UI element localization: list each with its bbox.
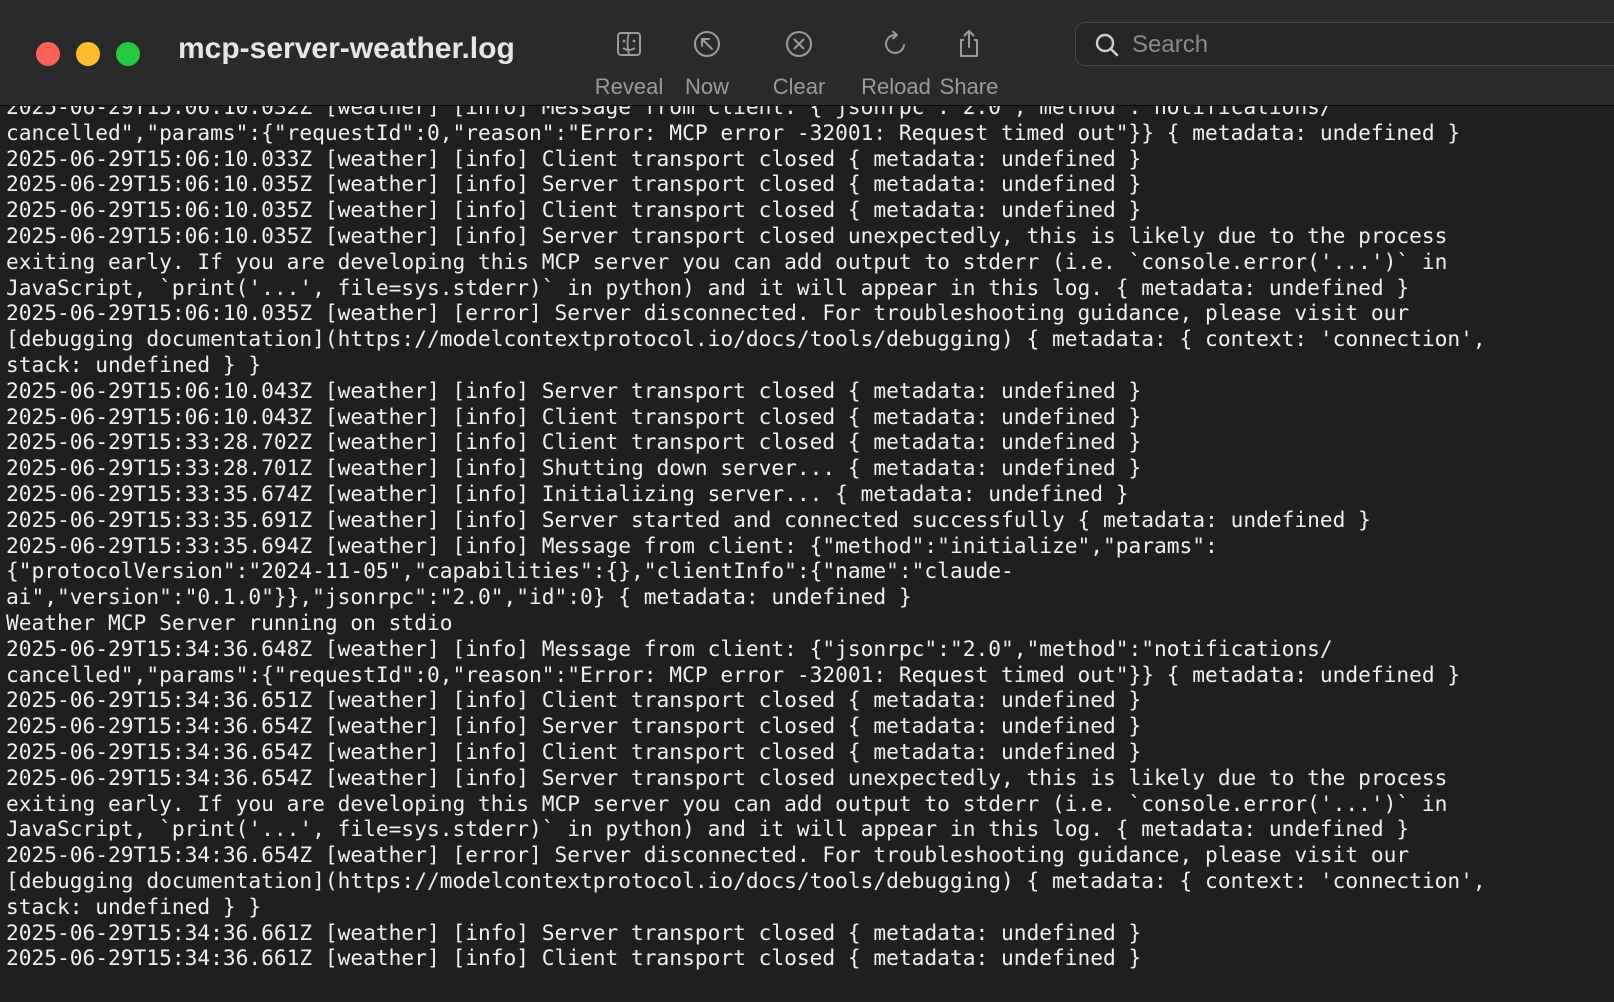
- finder-icon: [617, 32, 641, 56]
- title-bar: mcp-server-weather.log Reveal Now Clear …: [0, 0, 1614, 106]
- log-line: 2025-06-29T15:06:10.043Z [weather] [info…: [6, 403, 1142, 429]
- log-line: 2025-06-29T15:34:36.654Z [weather] [info…: [6, 738, 1142, 764]
- log-line: 2025-06-29T15:06:10.035Z [weather] [info…: [6, 222, 1448, 248]
- x-circle-icon: [786, 31, 812, 57]
- log-line: 2025-06-29T15:34:36.661Z [weather] [info…: [6, 945, 1142, 971]
- log-line: 2025-06-29T15:06:10.035Z [weather] [info…: [6, 197, 1142, 223]
- log-line: 2025-06-29T15:06:10.043Z [weather] [info…: [6, 377, 1142, 403]
- log-line: 2025-06-29T15:06:10.033Z [weather] [info…: [6, 145, 1142, 171]
- log-line: [debugging documentation](https://modelc…: [6, 867, 1486, 893]
- share-icon: [960, 30, 978, 57]
- log-line: 2025-06-29T15:33:28.702Z [weather] [info…: [6, 429, 1142, 455]
- now-label: Now: [684, 74, 729, 99]
- log-line: {"protocolVersion":"2024-11-05","capabil…: [6, 558, 1014, 584]
- log-line: 2025-06-29T15:33:35.691Z [weather] [info…: [6, 506, 1371, 532]
- log-lines: 2025-06-29T15:06:10.032Z [weather] [info…: [6, 106, 1610, 971]
- log-line: ai","version":"0.1.0"}},"jsonrpc":"2.0",…: [6, 584, 912, 610]
- minimize-window-button[interactable]: [76, 42, 100, 66]
- clear-label: Clear: [772, 74, 826, 99]
- log-content[interactable]: 2025-06-29T15:06:10.032Z [weather] [info…: [0, 106, 1614, 1002]
- zoom-window-button[interactable]: [116, 42, 140, 66]
- log-line: exiting early. If you are developing thi…: [6, 248, 1448, 274]
- search-field[interactable]: [1075, 22, 1614, 66]
- close-window-button[interactable]: [36, 42, 60, 66]
- log-line: stack: undefined } }: [6, 351, 262, 377]
- log-line: 2025-06-29T15:34:36.651Z [weather] [info…: [6, 687, 1142, 713]
- share-label: Share: [939, 74, 999, 99]
- log-line: [debugging documentation](https://modelc…: [6, 326, 1486, 352]
- log-line: Weather MCP Server running on stdio: [6, 609, 453, 635]
- log-line: exiting early. If you are developing thi…: [6, 790, 1448, 816]
- log-line: 2025-06-29T15:33:35.694Z [weather] [info…: [6, 532, 1218, 558]
- log-line: 2025-06-29T15:34:36.648Z [weather] [info…: [6, 635, 1333, 661]
- log-line: 2025-06-29T15:33:28.701Z [weather] [info…: [6, 455, 1142, 481]
- magnifier-icon: [1095, 33, 1119, 57]
- log-line: 2025-06-29T15:34:36.654Z [weather] [info…: [6, 713, 1142, 739]
- log-line: JavaScript, `print('...', file=sys.stder…: [6, 274, 1410, 300]
- log-line: 2025-06-29T15:34:36.654Z [weather] [info…: [6, 764, 1448, 790]
- arrow-up-left-circle-icon: [694, 31, 720, 57]
- now-button[interactable]: Now: [657, 24, 757, 104]
- clear-button[interactable]: Clear: [749, 24, 849, 104]
- log-line: 2025-06-29T15:34:36.661Z [weather] [info…: [6, 919, 1142, 945]
- log-line: 2025-06-29T15:06:10.032Z [weather] [info…: [6, 106, 1333, 119]
- reload-icon: [885, 30, 905, 54]
- log-line: 2025-06-29T15:34:36.654Z [weather] [erro…: [6, 842, 1410, 868]
- log-line: 2025-06-29T15:06:10.035Z [weather] [erro…: [6, 300, 1410, 326]
- log-line: 2025-06-29T15:33:35.674Z [weather] [info…: [6, 480, 1129, 506]
- log-line: stack: undefined } }: [6, 893, 262, 919]
- search-input[interactable]: [1130, 27, 1554, 63]
- share-button[interactable]: Share: [919, 24, 1019, 104]
- log-line: cancelled","params":{"requestId":0,"reas…: [6, 661, 1461, 687]
- log-viewer-window: mcp-server-weather.log Reveal Now Clear …: [0, 0, 1614, 1002]
- window-title: mcp-server-weather.log: [178, 32, 515, 65]
- log-line: 2025-06-29T15:06:10.035Z [weather] [info…: [6, 171, 1142, 197]
- log-line: JavaScript, `print('...', file=sys.stder…: [6, 816, 1410, 842]
- log-line: cancelled","params":{"requestId":0,"reas…: [6, 119, 1461, 145]
